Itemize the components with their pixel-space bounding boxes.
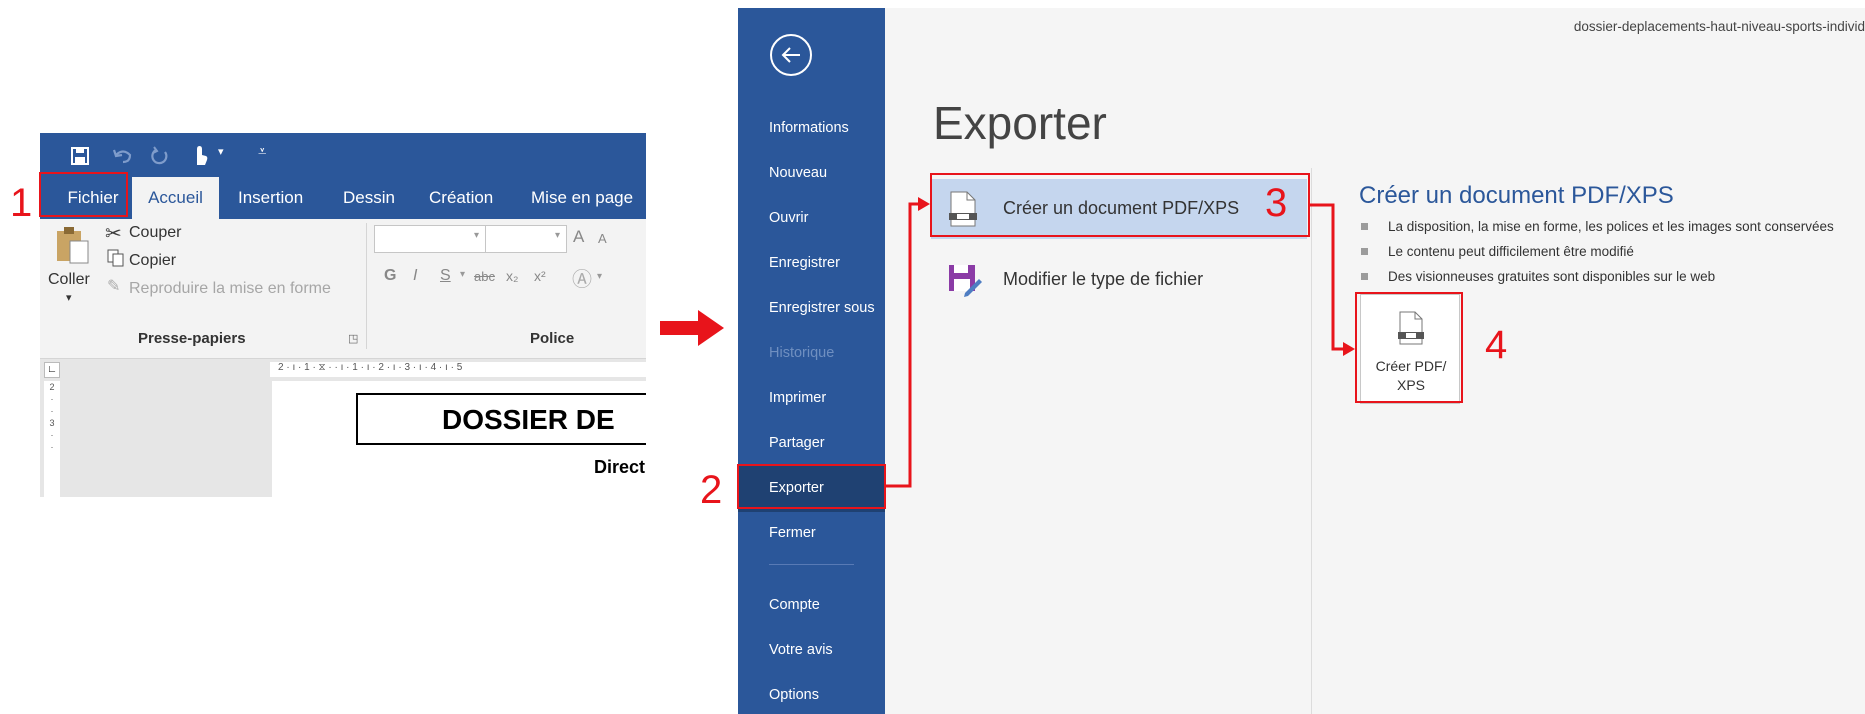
step-connector-lines	[886, 197, 1355, 488]
tutorial-screenshot: ▾ ⩡ Fichier Accueil Insertion Dessin Cré…	[0, 0, 1865, 714]
